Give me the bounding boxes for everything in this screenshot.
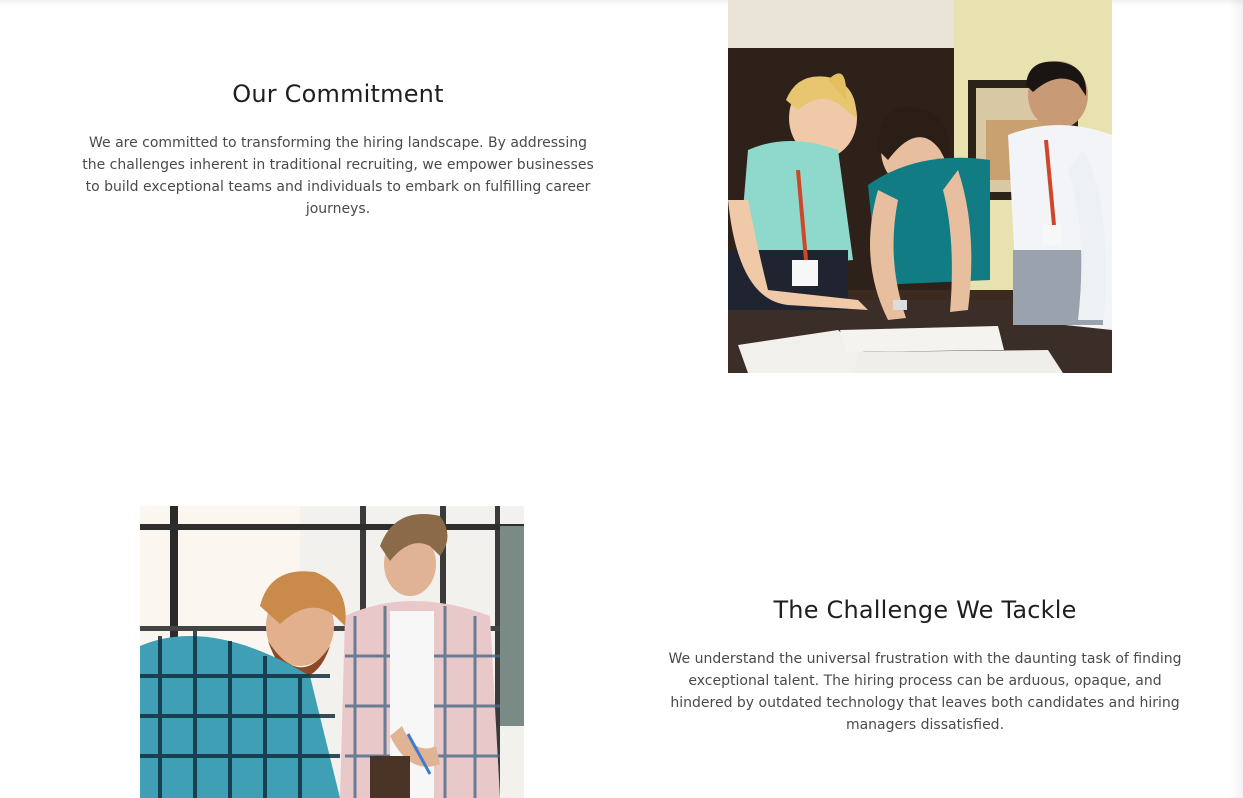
commitment-text: We are committed to transforming the hir… [82, 135, 594, 217]
page-edge-shadow [1229, 0, 1243, 798]
commitment-title: Our Commitment [232, 80, 444, 108]
page: Our Commitment We are committed to trans… [0, 0, 1243, 798]
challenge-title: The Challenge We Tackle [773, 596, 1077, 624]
two-men-working-photo [140, 506, 524, 798]
team-signing-photo [728, 0, 1112, 373]
challenge-text: We understand the universal frustration … [668, 651, 1182, 733]
